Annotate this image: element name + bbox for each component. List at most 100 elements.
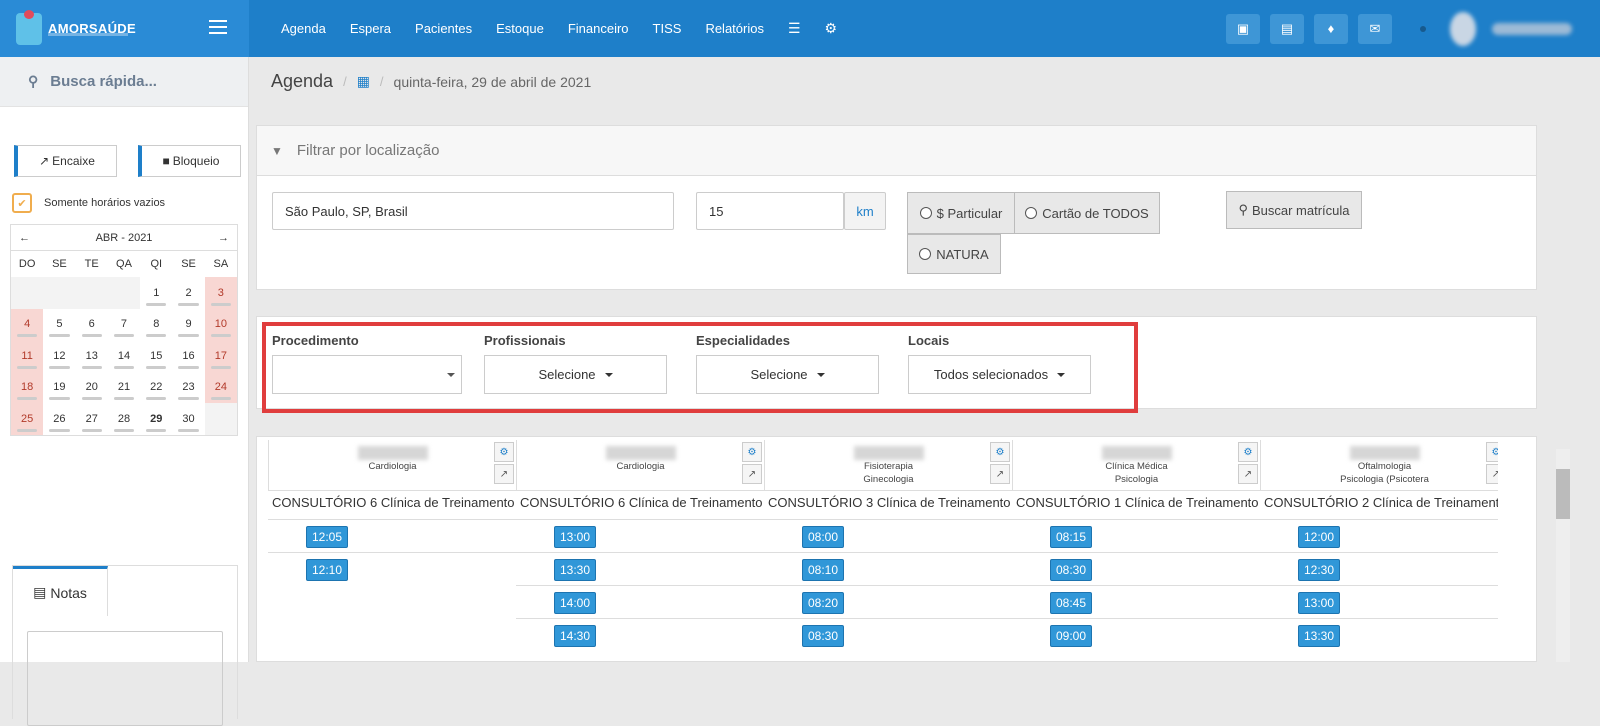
chat-icon[interactable]: ✉	[1358, 13, 1392, 44]
time-slot[interactable]: 08:45	[1050, 592, 1092, 614]
calendar-day[interactable]: 29	[140, 403, 172, 435]
calendar-weekday: DO	[18, 258, 36, 270]
radius-input[interactable]: 15	[696, 192, 844, 230]
time-slot[interactable]: 08:30	[802, 625, 844, 647]
particular-radio[interactable]: $ Particular	[907, 192, 1015, 234]
time-slot[interactable]: 14:30	[554, 625, 596, 647]
inbox-icon[interactable]: ▣	[1226, 13, 1260, 44]
calendar-day[interactable]: 3	[204, 277, 237, 309]
calendar-day[interactable]: 23	[172, 372, 204, 404]
calendar-day[interactable]: 6	[76, 309, 108, 341]
nav-relatorios[interactable]: Relatórios	[705, 21, 764, 36]
nav-tiss[interactable]: TISS	[653, 21, 682, 36]
scrollbar[interactable]	[1556, 449, 1570, 662]
calendar-day[interactable]: 22	[140, 372, 172, 404]
calendar-day[interactable]: 10	[204, 308, 237, 340]
prev-month-icon[interactable]: ←	[19, 232, 30, 244]
external-link-icon[interactable]: ↗	[494, 464, 514, 484]
calendar-icon[interactable]: ▦	[357, 73, 370, 90]
calendar-day[interactable]: 5	[43, 309, 75, 341]
external-link-icon[interactable]: ↗	[1238, 464, 1258, 484]
gear-icon[interactable]: ⚙	[1238, 442, 1258, 462]
notes-textarea[interactable]	[27, 631, 223, 726]
gear-icon[interactable]: ⚙	[1486, 442, 1498, 462]
card-icon[interactable]: ▤	[1270, 13, 1304, 44]
calendar-day[interactable]: 15	[140, 340, 172, 372]
time-slot[interactable]: 08:30	[1050, 559, 1092, 581]
calendar-day[interactable]: 16	[172, 340, 204, 372]
calendar-day[interactable]: 11	[11, 340, 44, 372]
main-nav: Agenda Espera Pacientes Estoque Financei…	[269, 0, 849, 57]
menu-icon[interactable]	[209, 20, 227, 34]
brand[interactable]: AMORSAÚDE	[0, 0, 249, 57]
nav-agenda[interactable]: Agenda	[281, 21, 326, 36]
time-slot[interactable]: 12:30	[1298, 559, 1340, 581]
calendar-day[interactable]: 8	[140, 309, 172, 341]
time-slot[interactable]: 14:00	[554, 592, 596, 614]
gear-icon[interactable]: ⚙	[990, 442, 1010, 462]
bloqueio-button[interactable]: ■ Bloqueio	[138, 145, 241, 177]
time-slot[interactable]: 13:30	[554, 559, 596, 581]
encaixe-button[interactable]: ↗ Encaixe	[14, 145, 117, 177]
database-icon[interactable]: ☰	[788, 20, 801, 37]
time-slot[interactable]: 13:30	[1298, 625, 1340, 647]
natura-radio[interactable]: NATURA	[907, 234, 1001, 274]
calendar-day[interactable]: 24	[204, 371, 237, 403]
avatar[interactable]	[1450, 11, 1476, 46]
check-icon[interactable]: ✔	[12, 193, 32, 213]
location-input[interactable]: São Paulo, SP, Brasil	[272, 192, 674, 230]
calendar-day[interactable]: 7	[108, 309, 140, 341]
external-link-icon[interactable]: ↗	[742, 464, 762, 484]
only-empty-checkbox[interactable]: ✔ Somente horários vazios	[12, 193, 165, 213]
calendar-day[interactable]: 14	[108, 340, 140, 372]
filter-title: Filtrar por localização	[296, 142, 440, 159]
calendar-day[interactable]: 2	[172, 277, 204, 309]
time-slot[interactable]: 08:20	[802, 592, 844, 614]
time-slot[interactable]: 12:00	[1298, 526, 1340, 548]
external-link-icon[interactable]: ↗	[990, 464, 1010, 484]
time-slot[interactable]: 08:00	[802, 526, 844, 548]
calendar-day[interactable]: 1	[140, 277, 172, 309]
calendar-day[interactable]: 18	[11, 371, 44, 403]
nav-estoque[interactable]: Estoque	[496, 21, 544, 36]
quick-search[interactable]: ⚲ Busca rápida...	[0, 57, 248, 107]
next-month-icon[interactable]: →	[218, 232, 229, 244]
buscar-matricula-button[interactable]: ⚲ Buscar matrícula	[1226, 191, 1362, 229]
location-label: CONSULTÓRIO 6 Clínica de Treinamento	[520, 495, 763, 510]
nav-pacientes[interactable]: Pacientes	[415, 21, 472, 36]
location-label: CONSULTÓRIO 3 Clínica de Treinamento	[768, 495, 1011, 510]
calendar-day[interactable]: 28	[108, 403, 140, 435]
calendar-day[interactable]: 19	[43, 372, 75, 404]
gear-icon[interactable]: ⚙	[742, 442, 762, 462]
external-link-icon[interactable]: ↗	[1486, 464, 1498, 484]
calendar-day[interactable]: 21	[108, 372, 140, 404]
time-slot[interactable]: 08:15	[1050, 526, 1092, 548]
time-slot[interactable]: 12:10	[306, 559, 348, 581]
user-name[interactable]	[1492, 22, 1572, 35]
time-slot[interactable]: 12:05	[306, 526, 348, 548]
bell-icon[interactable]: ♦	[1314, 13, 1348, 44]
cartao-todos-radio[interactable]: Cartão de TODOS	[1014, 192, 1160, 234]
notes-tab[interactable]: ▤ Notas	[13, 566, 108, 616]
calendar-day[interactable]: 20	[76, 372, 108, 404]
time-slot[interactable]: 13:00	[1298, 592, 1340, 614]
calendar-day[interactable]: 12	[43, 340, 75, 372]
filter-header[interactable]: ▼ Filtrar por localização	[257, 126, 1536, 176]
time-slot[interactable]: 09:00	[1050, 625, 1092, 647]
calendar-day[interactable]: 4	[11, 308, 44, 340]
only-empty-label: Somente horários vazios	[44, 197, 166, 209]
calendar-day[interactable]: 26	[43, 403, 75, 435]
calendar-day[interactable]: 30	[172, 403, 204, 435]
nav-espera[interactable]: Espera	[350, 21, 391, 36]
calendar-day[interactable]: 17	[204, 340, 237, 372]
gear-icon[interactable]: ⚙	[825, 20, 838, 37]
availability-bar	[49, 334, 70, 337]
calendar-day[interactable]: 9	[172, 309, 204, 341]
nav-financeiro[interactable]: Financeiro	[568, 21, 629, 36]
calendar-day[interactable]: 25	[11, 403, 44, 435]
gear-icon[interactable]: ⚙	[494, 442, 514, 462]
calendar-day[interactable]: 13	[76, 340, 108, 372]
time-slot[interactable]: 08:10	[802, 559, 844, 581]
calendar-day[interactable]: 27	[76, 403, 108, 435]
time-slot[interactable]: 13:00	[554, 526, 596, 548]
